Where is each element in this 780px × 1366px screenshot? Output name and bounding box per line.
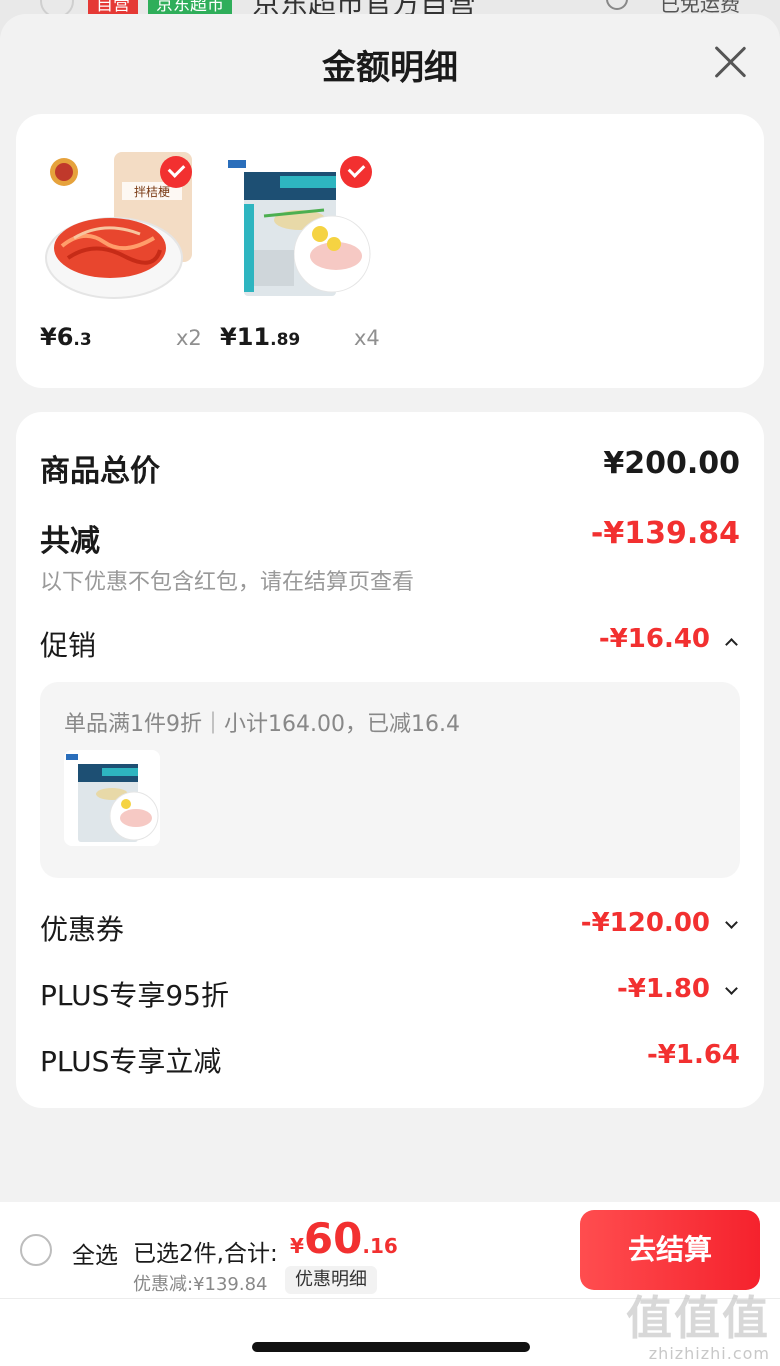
plus-discount-value: -¥1.80 — [616, 974, 710, 1004]
plus-reduction-value: -¥1.64 — [646, 1040, 740, 1070]
plus-reduction-label: PLUS专享立减 — [40, 1045, 222, 1078]
discount-amount-text: 优惠减:¥139.84 — [133, 1274, 268, 1295]
total-decimal: .16 — [362, 1234, 398, 1258]
product-price: ¥6.3 — [40, 323, 92, 351]
price-decimal: .89 — [270, 330, 301, 350]
total-currency: ¥ — [290, 1234, 304, 1258]
selected-products-card: 拌桔梗 ¥6.3 x2 ¥11.89 x4 — [16, 114, 764, 388]
amount-detail-sheet: 金额明细 拌桔梗 ¥6.3 x2 ¥11.89 x4 商品总价 ¥200.00 … — [0, 14, 780, 1366]
red-packet-note: 以下优惠不包含红包，请在结算页查看 — [40, 570, 415, 595]
home-indicator[interactable] — [252, 1342, 530, 1352]
sheet-header: 金额明细 — [0, 14, 780, 114]
plus-discount-label: PLUS专享95折 — [40, 979, 229, 1012]
product-quantity: x4 — [354, 326, 380, 350]
product-quantity: x2 — [176, 326, 202, 350]
svg-text:拌桔梗: 拌桔梗 — [134, 184, 170, 199]
coupon-value: -¥120.00 — [580, 908, 710, 938]
plus-discount-row[interactable]: PLUS专享95折 -¥1.80 — [40, 974, 740, 1018]
promotion-description: 单品满1件9折｜小计164.00，已减16.4 — [64, 712, 460, 737]
total-reduction-label: 共减 — [40, 524, 100, 559]
coupon-row[interactable]: 优惠券 -¥120.00 — [40, 908, 740, 952]
price-summary-card: 商品总价 ¥200.00 共减 -¥139.84 以下优惠不包含红包，请在结算页… — [16, 412, 764, 1108]
product-checked-icon[interactable] — [340, 156, 372, 188]
chevron-down-icon[interactable] — [725, 982, 738, 995]
total-reduction-row: 共减 -¥139.84 — [40, 516, 740, 560]
checkout-button[interactable]: 去结算 — [580, 1210, 760, 1290]
promotion-row[interactable]: 促销 -¥16.40 — [40, 624, 740, 668]
chevron-up-icon[interactable] — [725, 638, 738, 651]
sheet-title: 金额明细 — [322, 48, 458, 88]
promotion-detail-box: 单品满1件9折｜小计164.00，已减16.4 — [40, 682, 740, 878]
total-reduction-value: -¥139.84 — [590, 516, 740, 551]
product-item[interactable]: ¥11.89 x4 — [220, 140, 400, 360]
product-item[interactable]: 拌桔梗 ¥6.3 x2 — [40, 140, 220, 360]
discount-detail-button[interactable]: 优惠明细 — [285, 1266, 377, 1294]
selected-count-text: 已选2件,合计: — [133, 1241, 278, 1267]
product-price: ¥11.89 — [220, 323, 300, 351]
total-price-row: 商品总价 ¥200.00 — [40, 446, 740, 490]
plus-reduction-row: PLUS专享立减 -¥1.64 — [40, 1040, 740, 1084]
info-icon — [606, 0, 628, 10]
promotion-label: 促销 — [40, 629, 97, 662]
total-price-label: 商品总价 — [40, 454, 160, 489]
site-watermark: 值值值 zhizhizhi.com — [626, 1282, 770, 1363]
watermark-logo: 值值值 — [626, 1291, 770, 1345]
price-decimal: .3 — [73, 330, 92, 350]
fish-fillet-thumbnail-image — [66, 754, 159, 842]
promotion-product-thumbnail[interactable] — [64, 750, 160, 846]
chevron-down-icon[interactable] — [725, 916, 738, 929]
select-all-radio[interactable] — [20, 1234, 52, 1266]
price-integer: ¥11 — [220, 323, 271, 351]
total-amount: ¥60.16 — [290, 1214, 398, 1263]
product-checked-icon[interactable] — [160, 156, 192, 188]
total-integer: 60 — [303, 1214, 363, 1263]
total-price-value: ¥200.00 — [603, 446, 740, 481]
coupon-label: 优惠券 — [40, 913, 125, 946]
select-all-label[interactable]: 全选 — [72, 1236, 118, 1270]
price-integer: ¥6 — [40, 323, 74, 351]
close-icon[interactable] — [712, 44, 748, 80]
promotion-value: -¥16.40 — [598, 624, 710, 654]
